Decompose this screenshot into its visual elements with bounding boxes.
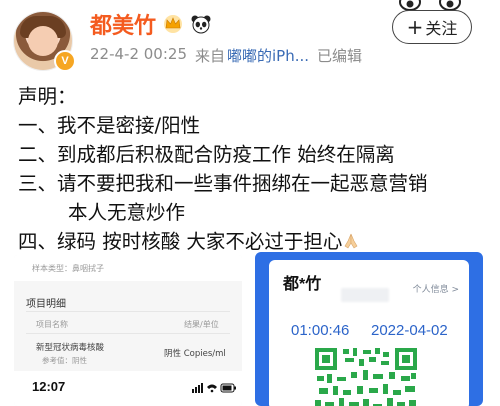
plus-icon: + — [406, 15, 424, 39]
blurred-id — [341, 288, 389, 302]
post-line: 二、到成都后积极配合防疫工作 始终在隔离 — [18, 143, 395, 166]
crown-icon — [164, 15, 183, 33]
follow-button[interactable]: + 关注 — [392, 10, 472, 44]
test-item-name: 新型冠状病毒核酸 — [36, 343, 105, 353]
col-result-header: 结果/单位 — [184, 320, 219, 329]
follow-label: 关注 — [425, 19, 458, 38]
personal-info-link: 个人信息 > — [412, 285, 459, 295]
health-code-time: 01:00:46 — [291, 322, 350, 339]
phone-status-time: 12:07 — [32, 379, 66, 394]
post-meta: 22-4-2 00:25 来自 嘟嘟的iPh... 已编辑 — [90, 45, 362, 66]
post-line: 一、我不是密接/阳性 — [18, 114, 201, 137]
sample-type: 样本类型：鼻咽拭子 — [32, 264, 104, 273]
post-text: 声明： 一、我不是密接/阳性 二、到成都后积极配合防疫工作 始终在隔离 三、请不… — [18, 82, 428, 256]
test-item-reference: 参考值：阴性 — [42, 356, 87, 365]
test-item-result: 阴性 Copies/ml — [164, 349, 226, 359]
post-line: 三、请不要把我和一些事件捆绑在一起恶意营销 — [18, 172, 428, 195]
health-code-name: 都*竹 — [283, 276, 322, 293]
username[interactable]: 都美竹 — [90, 8, 156, 40]
post-line-text: 四、绿码 按时核酸 大家不必过于担心 — [18, 230, 343, 253]
green-qr-code-icon — [313, 346, 419, 406]
post-timestamp: 22-4-2 00:25 — [90, 45, 187, 63]
test-report-image[interactable]: 样本类型：鼻咽拭子 项目明细 项目名称 结果/单位 新型冠状病毒核酸 参考值：阴… — [14, 255, 242, 406]
praying-hands-icon — [345, 233, 358, 249]
health-code-image[interactable]: 都*竹 个人信息 > 01:00:46 2022-04-02 — [255, 252, 483, 406]
post-line: 本人无意炒作 — [68, 201, 186, 224]
source-prefix: 来自 — [195, 47, 226, 65]
health-code-panel: 都*竹 个人信息 > 01:00:46 2022-04-02 — [269, 260, 469, 406]
verified-badge-icon: V — [54, 50, 76, 72]
name-row: 都美竹 — [90, 8, 212, 40]
post-line: 声明： — [18, 85, 77, 108]
phone-status-icons — [192, 383, 236, 393]
health-code-date: 2022-04-02 — [371, 322, 448, 339]
panda-icon — [191, 15, 211, 34]
section-title: 项目明细 — [26, 299, 66, 310]
col-item-header: 项目名称 — [36, 320, 68, 329]
edited-label[interactable]: 已编辑 — [317, 45, 362, 66]
device-link[interactable]: 嘟嘟的iPh... — [227, 45, 309, 66]
